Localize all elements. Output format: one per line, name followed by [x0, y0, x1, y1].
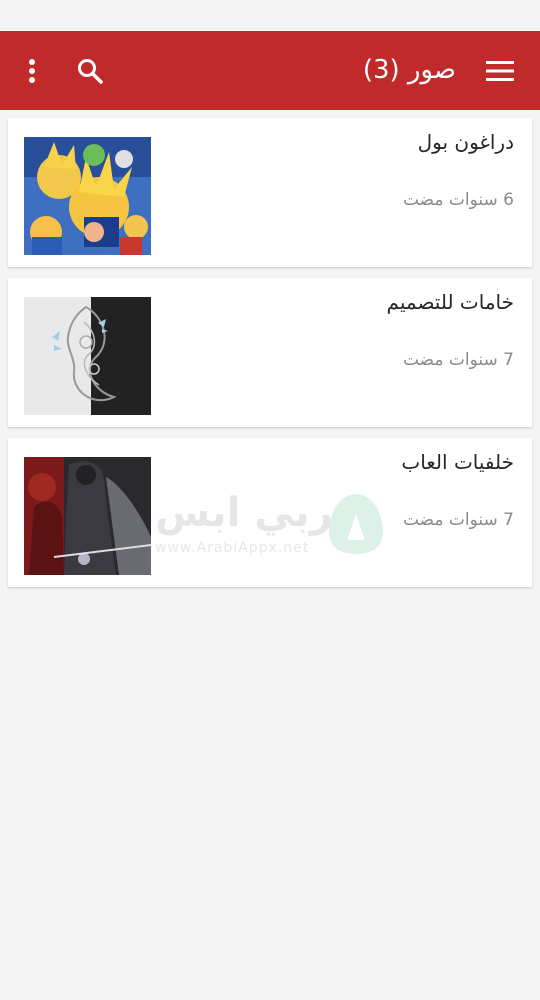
album-title: خامات للتصميم — [386, 290, 514, 314]
more-vert-icon — [29, 58, 35, 83]
album-time: 7 سنوات مضت — [402, 510, 514, 530]
game-warrior-art-image — [24, 457, 151, 575]
app-bar: صور (3) — [0, 31, 540, 110]
album-list: دراغون بول 6 سنوات مضت خامات للتصميم 7 س… — [8, 118, 532, 598]
album-thumbnail — [24, 457, 151, 575]
album-title: خلفيات العاب — [401, 450, 514, 474]
album-card[interactable]: دراغون بول 6 سنوات مضت — [8, 118, 532, 267]
album-thumbnail — [24, 137, 151, 255]
more-options-button[interactable] — [4, 31, 60, 110]
search-icon — [78, 58, 103, 84]
album-title: دراغون بول — [417, 130, 514, 154]
hamburger-menu-icon — [486, 60, 514, 81]
dragon-ball-art-image — [24, 137, 151, 255]
album-time: 6 سنوات مضت — [402, 190, 514, 210]
paisley-pattern-art-image — [24, 297, 151, 415]
search-button[interactable] — [62, 31, 118, 110]
page-title: صور (3) — [362, 55, 456, 85]
status-bar — [0, 0, 540, 31]
album-thumbnail — [24, 297, 151, 415]
album-card[interactable]: خلفيات العاب 7 سنوات مضت — [8, 438, 532, 587]
menu-button[interactable] — [472, 31, 528, 110]
album-time: 7 سنوات مضت — [402, 350, 514, 370]
album-card[interactable]: خامات للتصميم 7 سنوات مضت — [8, 278, 532, 427]
